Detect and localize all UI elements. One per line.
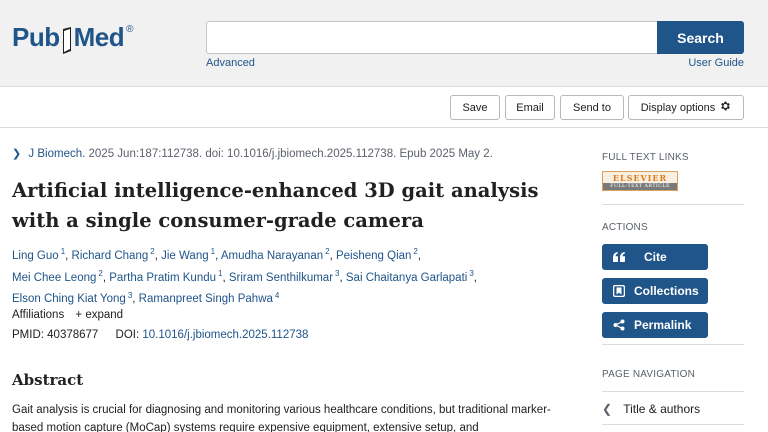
cite-label: Cite bbox=[644, 250, 667, 264]
author-link[interactable]: Partha Pratim Kundu bbox=[109, 272, 216, 284]
toolbar: Save Email Send to Display options bbox=[0, 86, 768, 128]
author-link[interactable]: Ling Guo bbox=[12, 250, 59, 262]
actions-heading: ACTIONS bbox=[602, 222, 648, 233]
header: Pub Med ® Search Advanced User Guide bbox=[0, 0, 768, 86]
permalink-button[interactable]: Permalink bbox=[602, 312, 708, 338]
abstract-text: Gait analysis is crucial for diagnosing … bbox=[12, 404, 551, 432]
share-icon bbox=[612, 319, 626, 331]
author-item: Sai Chaitanya Garlapati 3, bbox=[345, 268, 477, 284]
author-item: Richard Chang 2, bbox=[71, 247, 162, 262]
book-icon bbox=[61, 27, 73, 55]
pubmed-logo[interactable]: Pub Med ® bbox=[12, 22, 133, 55]
pmid-label: PMID: bbox=[12, 329, 44, 341]
display-options-button[interactable]: Display options bbox=[628, 95, 744, 120]
author-link[interactable]: Amudha Narayanan bbox=[221, 250, 323, 262]
citation-details: 2025 Jun:187:112738. doi: 10.1016/j.jbio… bbox=[88, 148, 493, 160]
doi-link[interactable]: 10.1016/j.jbiomech.2025.112738 bbox=[142, 329, 308, 341]
bookmark-icon bbox=[612, 285, 626, 297]
send-to-button[interactable]: Send to bbox=[560, 95, 624, 120]
gear-icon bbox=[719, 100, 731, 115]
full-text-links-heading: FULL TEXT LINKS bbox=[602, 152, 689, 163]
affiliations-row: Affiliations + expand bbox=[12, 309, 123, 321]
journal-citation: ❯ J Biomech. 2025 Jun:187:112738. doi: 1… bbox=[12, 147, 493, 160]
author-list: Ling Guo 1, Richard Chang 2, Jie Wang 1, Am… bbox=[12, 243, 552, 308]
author-link[interactable]: Jie Wang bbox=[161, 250, 209, 262]
quote-icon bbox=[612, 252, 626, 262]
author-link[interactable]: Elson Ching Kiat Yong bbox=[12, 293, 126, 305]
author-link[interactable]: Richard Chang bbox=[72, 250, 149, 262]
chevron-left-icon: ❮ bbox=[602, 402, 613, 416]
sidebar-divider bbox=[602, 391, 744, 392]
registered-mark: ® bbox=[126, 24, 133, 35]
nav-title-authors[interactable]: ❮ Title & authors bbox=[602, 402, 700, 416]
author-item: Sriram Senthilkumar 3, bbox=[228, 268, 346, 284]
abstract-heading: Abstract bbox=[12, 371, 84, 389]
affiliation-number[interactable]: 2 bbox=[150, 247, 154, 256]
chevron-right-icon: ❯ bbox=[12, 148, 22, 160]
affiliation-number[interactable]: 3 bbox=[469, 269, 473, 278]
affiliation-number[interactable]: 1 bbox=[211, 247, 215, 256]
author-link[interactable]: Ramanpreet Singh Pahwa bbox=[139, 293, 273, 305]
search-input[interactable] bbox=[206, 21, 658, 54]
cite-button[interactable]: Cite bbox=[602, 244, 708, 270]
affiliation-number[interactable]: 1 bbox=[218, 269, 222, 278]
author-item: Ramanpreet Singh Pahwa 4 bbox=[139, 291, 280, 306]
affiliation-number[interactable]: 3 bbox=[128, 291, 132, 300]
author-item: Elson Ching Kiat Yong 3, bbox=[12, 290, 139, 306]
author-item: Peisheng Qian 2, bbox=[335, 247, 422, 262]
display-options-label: Display options bbox=[640, 101, 716, 114]
author-item: Mei Chee Leong 2, bbox=[12, 268, 110, 284]
article-title: Artificial intelligence-enhanced 3D gait… bbox=[12, 179, 539, 232]
author-link[interactable]: Mei Chee Leong bbox=[12, 272, 96, 284]
sidebar-divider bbox=[602, 344, 744, 345]
sidebar-divider bbox=[602, 424, 744, 425]
collections-button[interactable]: Collections bbox=[602, 278, 708, 304]
author-item: Partha Pratim Kundu 1, bbox=[109, 268, 229, 284]
email-button[interactable]: Email bbox=[505, 95, 555, 120]
sidebar-divider bbox=[602, 204, 744, 205]
author-link[interactable]: Sai Chaitanya Garlapati bbox=[346, 272, 467, 284]
identifiers: PMID: 40378677 DOI: 10.1016/j.jbiomech.2… bbox=[12, 329, 308, 341]
author-item: Amudha Narayanan 2, bbox=[220, 247, 336, 262]
collections-label: Collections bbox=[634, 284, 699, 298]
nav-title-authors-label: Title & authors bbox=[623, 402, 701, 416]
permalink-label: Permalink bbox=[634, 318, 692, 332]
search-button[interactable]: Search bbox=[657, 21, 744, 54]
affiliation-number[interactable]: 4 bbox=[275, 291, 279, 300]
logo-pub: Pub bbox=[12, 22, 60, 52]
elsevier-full-text-link[interactable]: ELSEVIER FULL-TEXT ARTICLE bbox=[602, 171, 678, 191]
author-link[interactable]: Sriram Senthilkumar bbox=[229, 272, 333, 284]
journal-link[interactable]: J Biomech. bbox=[28, 148, 85, 160]
user-guide-link[interactable]: User Guide bbox=[688, 57, 744, 69]
affiliation-number[interactable]: 3 bbox=[335, 269, 339, 278]
author-item: Ling Guo 1, bbox=[12, 247, 72, 262]
expand-affiliations-button[interactable]: + expand bbox=[75, 309, 123, 321]
affiliation-number[interactable]: 2 bbox=[98, 269, 102, 278]
advanced-search-link[interactable]: Advanced bbox=[206, 57, 255, 69]
doi-label: DOI: bbox=[115, 329, 140, 341]
pmid-value: 40378677 bbox=[47, 329, 99, 341]
affiliation-number[interactable]: 2 bbox=[325, 247, 329, 256]
elsevier-logo-text: ELSEVIER bbox=[612, 173, 668, 183]
save-button[interactable]: Save bbox=[450, 95, 500, 120]
page-navigation-heading: PAGE NAVIGATION bbox=[602, 369, 696, 380]
full-text-article-text: FULL-TEXT ARTICLE bbox=[603, 183, 677, 190]
author-item: Jie Wang 1, bbox=[161, 247, 221, 262]
author-link[interactable]: Peisheng Qian bbox=[336, 250, 411, 262]
affiliation-number[interactable]: 1 bbox=[61, 247, 65, 256]
logo-med: Med bbox=[73, 22, 125, 52]
affiliations-label: Affiliations bbox=[12, 309, 65, 321]
affiliation-number[interactable]: 2 bbox=[413, 247, 417, 256]
